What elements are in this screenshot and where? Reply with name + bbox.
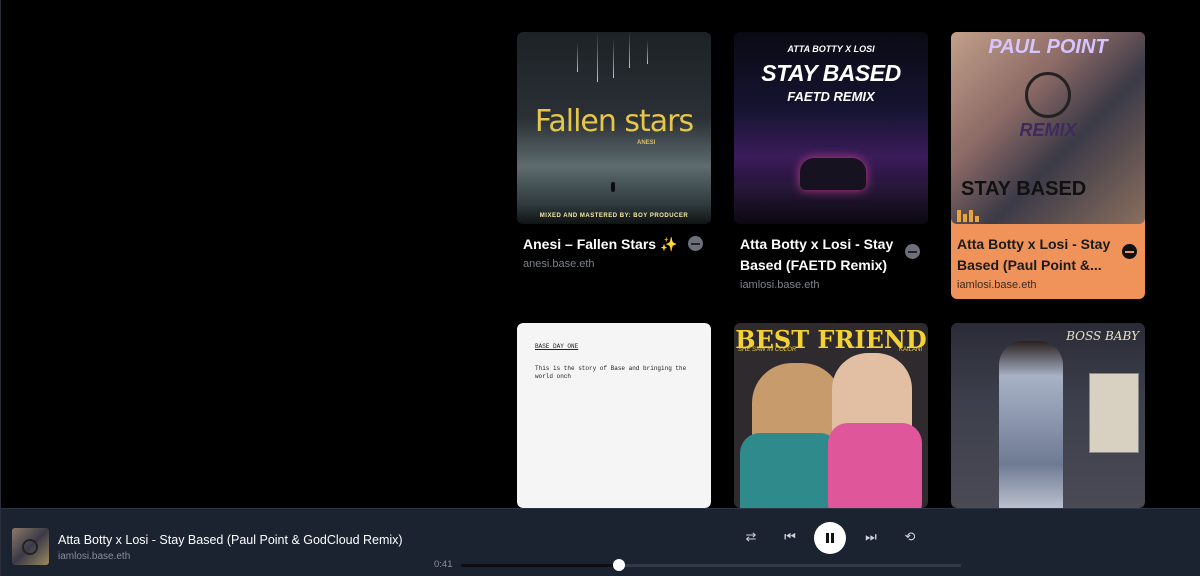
track-title[interactable]: Anesi – Fallen Stars ✨: [523, 234, 683, 255]
figure-shirt: [828, 423, 922, 508]
remove-icon[interactable]: [688, 236, 703, 251]
art-line-1: ATTA BOTTY X LOSI: [787, 44, 875, 54]
now-playing-owner[interactable]: iamlosi.base.eth: [58, 551, 130, 562]
album-art[interactable]: PAUL POINT REMIX STAY BASED: [951, 32, 1145, 224]
track-title[interactable]: Atta Botty x Losi - Stay Based (FAETD Re…: [740, 234, 900, 276]
track-card[interactable]: Fallen stars ANESI MIXED AND MASTERED BY…: [517, 32, 711, 272]
art-line-2: REMIX: [1019, 120, 1077, 140]
track-owner[interactable]: iamlosi.base.eth: [957, 279, 1139, 291]
star-streak: [629, 32, 630, 68]
album-art[interactable]: Fallen stars ANESI MIXED AND MASTERED BY…: [517, 32, 711, 224]
card-meta: Atta Botty x Losi - Stay Based (Paul Poi…: [951, 224, 1145, 299]
silhouette: [611, 182, 615, 192]
track-card[interactable]: ATTA BOTTY X LOSI STAY BASED FAETD REMIX…: [734, 32, 928, 292]
gc-logo: [1025, 72, 1071, 118]
elapsed-time: 0:41: [434, 559, 453, 570]
star-streak: [597, 32, 598, 82]
art-subtitle: SHE SAW IN COLOR: [738, 347, 797, 353]
track-title[interactable]: Atta Botty x Losi - Stay Based (Paul Poi…: [957, 234, 1117, 276]
art-artist: ANESI: [637, 140, 656, 146]
playing-bars-icon: [957, 204, 983, 222]
track-card-active[interactable]: PAUL POINT REMIX STAY BASED Atta Botty x…: [951, 32, 1145, 299]
art-title: BOSS BABY: [1066, 329, 1139, 343]
art-line-1: PAUL POINT: [988, 36, 1108, 58]
star-streak: [613, 38, 614, 78]
player-bar: Atta Botty x Losi - Stay Based (Paul Poi…: [1, 508, 1200, 576]
art-text: This is the story of Base and bringing t…: [535, 365, 687, 380]
album-art[interactable]: ATTA BOTTY X LOSI STAY BASED FAETD REMIX: [734, 32, 928, 224]
art-artist: KAILANI: [898, 347, 922, 353]
previous-icon[interactable]: ⏮: [779, 526, 801, 548]
star-streak: [647, 40, 648, 64]
art-line-2: STAY BASED: [761, 60, 901, 86]
car: [800, 158, 866, 190]
track-card[interactable]: BOSS BABY: [951, 323, 1145, 508]
remove-icon[interactable]: [1122, 244, 1137, 259]
album-art[interactable]: BASE DAY ONE This is the story of Base a…: [517, 323, 711, 508]
track-card[interactable]: BASE DAY ONE This is the story of Base a…: [517, 323, 711, 508]
wall-board: [1089, 373, 1139, 453]
progress-track[interactable]: [461, 559, 961, 571]
art-line-3: FAETD REMIX: [787, 89, 875, 104]
card-meta: Atta Botty x Losi - Stay Based (FAETD Re…: [734, 224, 928, 292]
progress-fill: [461, 564, 619, 567]
album-art[interactable]: BOSS BABY: [951, 323, 1145, 508]
art-heading: BASE DAY ONE: [535, 343, 579, 350]
art-title: Fallen stars: [534, 104, 694, 139]
track-owner[interactable]: anesi.base.eth: [523, 258, 705, 270]
track-owner[interactable]: iamlosi.base.eth: [740, 279, 922, 291]
repeat-icon[interactable]: ⟲: [899, 526, 921, 548]
track-card[interactable]: BEST FRIEND SHE SAW IN COLOR KAILANI: [734, 323, 928, 508]
shuffle-icon[interactable]: ⇄: [740, 526, 762, 548]
next-icon[interactable]: ⏭: [860, 526, 882, 548]
art-credit: MIXED AND MASTERED BY: BOY PRODUCER: [539, 213, 689, 219]
art-line-3: STAY BASED: [961, 178, 1087, 200]
app-page: Fallen stars ANESI MIXED AND MASTERED BY…: [0, 0, 1200, 576]
now-playing-title[interactable]: Atta Botty x Losi - Stay Based (Paul Poi…: [58, 533, 403, 547]
progress-handle[interactable]: [612, 559, 625, 571]
remove-icon[interactable]: [905, 244, 920, 259]
figure: [999, 341, 1063, 508]
star-streak: [577, 42, 578, 72]
album-art[interactable]: BEST FRIEND SHE SAW IN COLOR KAILANI: [734, 323, 928, 508]
figure-shirt: [740, 433, 840, 508]
card-meta: Anesi – Fallen Stars ✨ anesi.base.eth: [517, 224, 711, 272]
pause-button[interactable]: [814, 522, 846, 554]
now-playing-art[interactable]: [12, 528, 49, 565]
